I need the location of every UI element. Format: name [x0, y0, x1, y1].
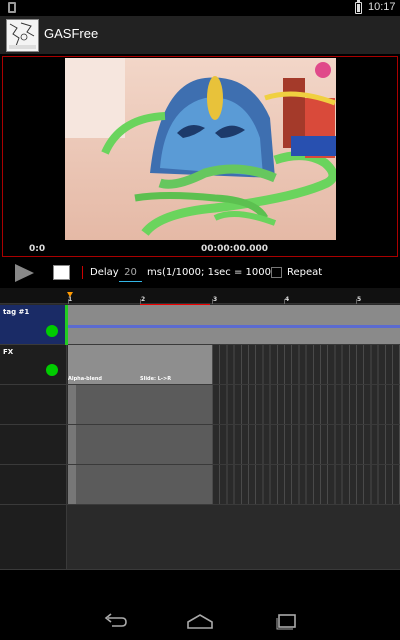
- timeline-ruler[interactable]: 1 2 3 4 5: [0, 288, 400, 304]
- track-label: FX: [3, 348, 14, 356]
- track-header[interactable]: [0, 465, 67, 504]
- track-segment: [76, 425, 212, 464]
- video-preview: 0:0 00:00:00.000: [2, 56, 398, 257]
- ruler-number: 4: [285, 296, 290, 303]
- track-label: tag #1: [3, 308, 30, 316]
- track-fx[interactable]: FX Alpha-blend Slide: L->R: [0, 345, 400, 385]
- playhead-marker[interactable]: [67, 292, 73, 297]
- repeat-label: Repeat: [287, 267, 323, 278]
- track-start-marker: [65, 305, 68, 345]
- recents-icon: [276, 614, 296, 630]
- play-icon: [15, 264, 34, 282]
- ruler-number: 3: [213, 296, 218, 303]
- delay-input[interactable]: 20: [119, 264, 142, 282]
- track-segment: [76, 385, 212, 424]
- home-icon: [187, 614, 213, 629]
- navigation-bar: [0, 600, 400, 640]
- track-tag-1[interactable]: tag #1: [0, 305, 400, 345]
- divider: [82, 266, 83, 279]
- timeline[interactable]: 1 2 3 4 5 tag #1 FX Alpha-blend Slide: L…: [0, 288, 400, 570]
- delay-label: Delay: [90, 267, 119, 278]
- track-status-dot[interactable]: [46, 364, 58, 376]
- track-body[interactable]: Alpha-blend Slide: L->R: [68, 345, 400, 384]
- ruler-number: 5: [357, 296, 362, 303]
- position-label: 0:0: [29, 244, 46, 254]
- app-title: GASFree: [44, 26, 99, 41]
- track-header[interactable]: tag #1: [0, 305, 67, 344]
- track-segment: [68, 385, 76, 424]
- recents-button[interactable]: [274, 612, 300, 630]
- track-empty[interactable]: [0, 465, 400, 505]
- track-segment: [68, 425, 76, 464]
- repeat-checkbox[interactable]: [271, 267, 282, 278]
- track-status-dot[interactable]: [46, 325, 58, 337]
- video-frame: [65, 58, 336, 240]
- playback-controls: Delay 20 ms(1/1000; 1sec = 1000) Repeat: [0, 260, 400, 286]
- track-segment: [76, 465, 212, 504]
- track-empty[interactable]: [0, 505, 400, 570]
- track-body[interactable]: [68, 425, 400, 464]
- track-header[interactable]: FX: [0, 345, 67, 384]
- effect-label: Alpha-blend: [68, 376, 102, 382]
- ruler-number: 1: [68, 296, 73, 303]
- track-body[interactable]: [68, 385, 400, 424]
- status-bar: 10:17: [0, 0, 400, 16]
- track-body[interactable]: [68, 465, 400, 504]
- ruler-number: 2: [141, 296, 146, 303]
- action-bar: GASFree: [0, 16, 400, 54]
- track-keyline: [68, 325, 400, 328]
- home-button[interactable]: [187, 612, 213, 630]
- track-header[interactable]: [0, 505, 67, 569]
- timecode: 00:00:00.000: [201, 244, 268, 254]
- track-body[interactable]: [68, 305, 400, 344]
- notification-icon: [8, 2, 16, 13]
- effect-label: Slide: L->R: [140, 376, 172, 382]
- app-logo[interactable]: [6, 19, 39, 52]
- battery-icon: [355, 0, 362, 14]
- back-icon: [104, 613, 127, 627]
- back-button[interactable]: [103, 612, 129, 630]
- track-segment: [68, 465, 76, 504]
- track-header[interactable]: [0, 385, 67, 424]
- stop-button[interactable]: [53, 265, 70, 280]
- track-header[interactable]: [0, 425, 67, 464]
- play-button[interactable]: [12, 263, 36, 283]
- track-empty[interactable]: [0, 385, 400, 425]
- clock: 10:17: [368, 1, 396, 13]
- delay-unit-label: ms(1/1000; 1sec = 1000): [147, 267, 275, 278]
- track-empty[interactable]: [0, 425, 400, 465]
- track-body[interactable]: [68, 505, 400, 569]
